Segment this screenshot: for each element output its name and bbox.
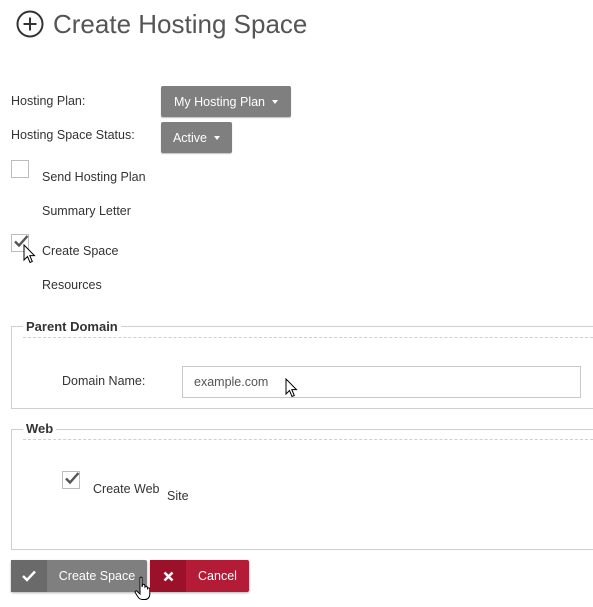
create-web-site-label: Create Web xyxy=(93,482,160,496)
send-summary-letter-label: Send Hosting Plan xyxy=(42,170,146,184)
create-web-site-label-part2: Site xyxy=(167,489,189,503)
create-web-site-checkbox[interactable] xyxy=(62,471,80,489)
divider xyxy=(23,439,593,440)
hosting-plan-label: Hosting Plan: xyxy=(11,94,86,108)
parent-domain-legend: Parent Domain xyxy=(23,319,121,334)
cancel-button-label: Cancel xyxy=(198,569,237,583)
plus-circle-icon xyxy=(16,10,44,38)
domain-name-input[interactable] xyxy=(182,366,581,398)
cancel-button[interactable]: Cancel xyxy=(150,560,249,592)
create-space-resources-label: Create Space xyxy=(42,244,119,258)
send-summary-letter-checkbox[interactable] xyxy=(11,160,29,178)
hosting-space-status-dropdown[interactable]: Active xyxy=(161,122,232,153)
hosting-space-status-label: Hosting Space Status: xyxy=(11,128,135,142)
check-icon xyxy=(11,560,47,592)
web-legend: Web xyxy=(23,421,57,436)
hosting-plan-value: My Hosting Plan xyxy=(173,94,265,109)
send-summary-letter-label-line2: Summary Letter xyxy=(42,204,131,218)
caret-down-icon xyxy=(214,135,221,140)
create-space-resources-checkbox[interactable] xyxy=(11,234,29,252)
caret-down-icon xyxy=(272,99,278,104)
divider xyxy=(23,337,593,338)
create-space-button[interactable]: Create Space xyxy=(11,560,147,592)
create-space-resources-label-line2: Resources xyxy=(42,278,102,292)
page-title: Create Hosting Space xyxy=(53,9,308,39)
checkmark-icon xyxy=(65,472,80,485)
create-space-button-label: Create Space xyxy=(58,569,136,583)
hosting-plan-dropdown[interactable]: My Hosting Plan xyxy=(161,86,291,117)
close-icon xyxy=(150,560,186,592)
checkmark-icon xyxy=(14,235,29,248)
domain-name-label: Domain Name: xyxy=(62,374,146,388)
status-value: Active xyxy=(172,130,208,145)
